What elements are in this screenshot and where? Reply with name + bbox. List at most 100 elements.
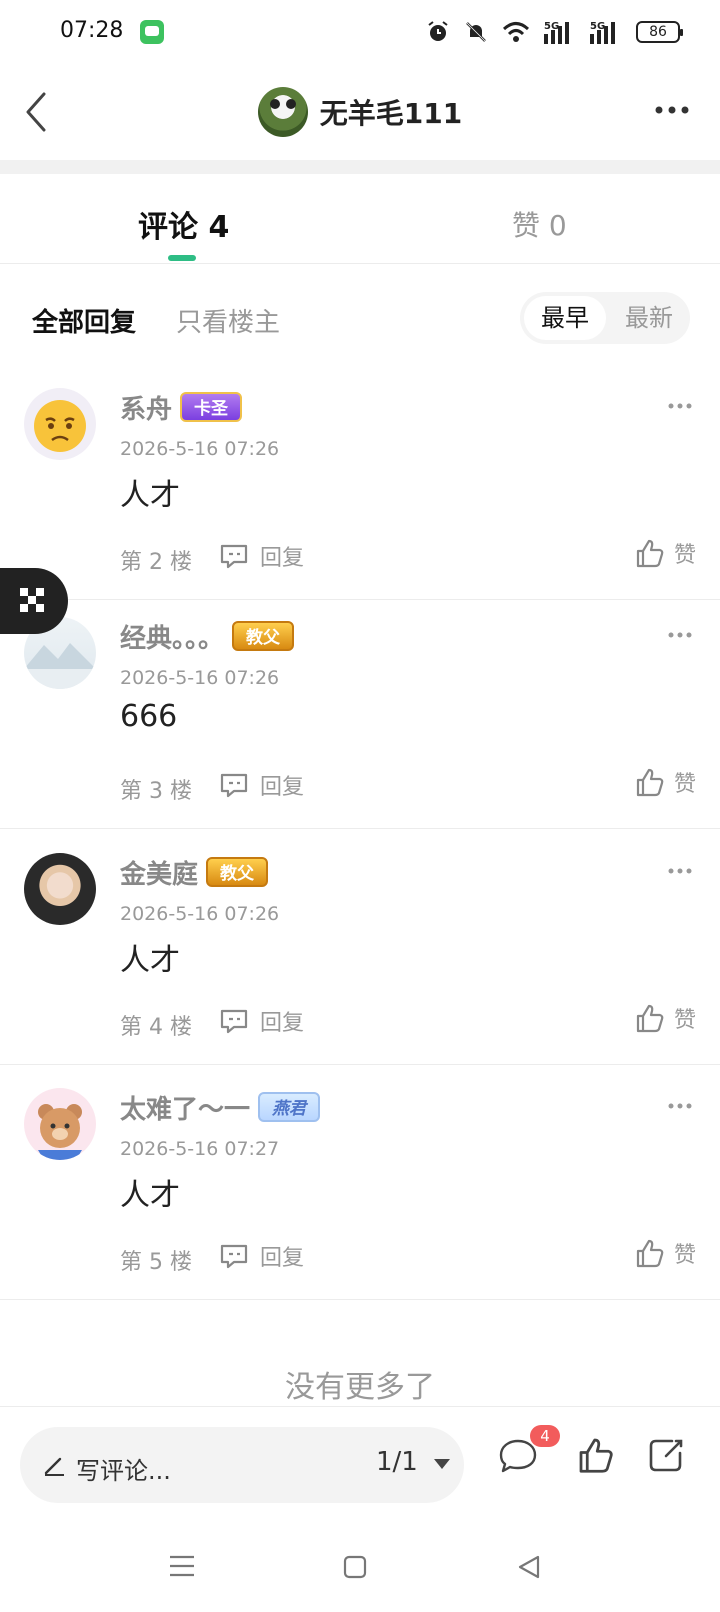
like-label: 赞 (673, 1243, 696, 1268)
share-icon[interactable] (646, 1435, 686, 1475)
mute-bell-icon (466, 22, 486, 42)
sad-face-emoji-icon (34, 400, 86, 452)
comment-text: 人才 (120, 478, 180, 513)
comment-more-icon[interactable] (668, 1102, 692, 1110)
page-indicator[interactable]: 1/1 (376, 1447, 418, 1477)
thumbs-up-icon (636, 768, 664, 797)
like-label: 赞 (673, 1008, 696, 1033)
user-name[interactable]: 系舟 (120, 389, 172, 426)
comment-text: 人才 (120, 1178, 180, 1213)
filter-all-replies[interactable]: 全部回复 (32, 302, 136, 339)
like-label: 赞 (673, 543, 696, 568)
reply-bubble-icon (220, 544, 248, 569)
back-triangle-icon[interactable] (516, 1554, 542, 1580)
floor-number: 第 5 楼 (120, 1250, 192, 1275)
name-row: 经典。。。 教父 (120, 618, 295, 655)
write-comment-placeholder: 写评论... (76, 1457, 171, 1485)
like-button[interactable]: 赞 (634, 1236, 696, 1270)
bear-avatar-icon (38, 1104, 82, 1160)
page-title: 无羊毛111 (319, 97, 463, 130)
reply-button[interactable]: 回复 (218, 1240, 304, 1272)
sort-newest-button[interactable]: 最新 (612, 296, 686, 340)
write-comment-input[interactable]: 写评论... 1/1 (20, 1427, 464, 1503)
comment-time: 2026-5-16 07:26 (120, 667, 280, 689)
top-navbar: 无羊毛111 (0, 64, 720, 160)
user-name[interactable]: 经典。。。 (120, 618, 224, 655)
comment-count-badge: 4 (530, 1425, 560, 1447)
section-divider (0, 160, 720, 174)
menu-icon[interactable] (168, 1554, 196, 1578)
signal-icon-1: 5G (544, 21, 569, 44)
name-row: 系舟 卡圣 (120, 389, 243, 426)
nav-title-group[interactable]: 无羊毛111 (0, 86, 720, 138)
comment-item: 太难了～一 燕君 2026-5-16 07:27 人才 第 5 楼 回复 赞 (0, 1064, 720, 1300)
reply-bubble-icon (220, 1009, 248, 1034)
tab-likes[interactable]: 赞 0 (512, 204, 567, 244)
reply-bubble-icon (220, 773, 248, 798)
reply-label: 回复 (260, 1246, 305, 1271)
filter-op-only[interactable]: 只看楼主 (176, 302, 280, 339)
status-bar: 07:28 5G 5G 86 (0, 0, 720, 64)
author-avatar[interactable] (257, 87, 308, 137)
qr-grid-icon (20, 588, 44, 612)
user-title-badge: 教父 (206, 857, 269, 887)
thumbs-up-icon (636, 539, 664, 568)
name-row: 金美庭 教父 (120, 854, 269, 891)
comment-item: 经典。。。 教父 2026-5-16 07:26 666 第 3 楼 回复 赞 (0, 593, 720, 829)
reply-label: 回复 (260, 546, 305, 571)
comment-item: 系舟 卡圣 2026-5-16 07:26 人才 第 2 楼 回复 赞 (0, 364, 720, 600)
like-button[interactable]: 赞 (634, 1001, 696, 1035)
status-time: 07:28 (60, 18, 124, 43)
floor-number: 第 4 楼 (120, 1015, 192, 1040)
user-avatar[interactable] (24, 388, 96, 460)
like-label: 赞 (673, 772, 696, 797)
battery-indicator: 86 (636, 21, 683, 43)
signal-icon-2: 5G (590, 21, 615, 44)
pencil-icon (44, 1457, 64, 1476)
user-name[interactable]: 金美庭 (120, 854, 198, 891)
like-button[interactable]: 赞 (634, 536, 696, 570)
user-avatar[interactable] (24, 853, 96, 925)
thumbs-up-icon[interactable] (576, 1435, 616, 1475)
home-square-icon[interactable] (342, 1554, 368, 1580)
user-title-badge: 燕君 (258, 1092, 321, 1122)
more-icon[interactable] (654, 100, 690, 120)
reply-bubble-icon (220, 1244, 248, 1269)
reply-button[interactable]: 回复 (218, 769, 304, 801)
reply-label: 回复 (260, 775, 305, 800)
reply-button[interactable]: 回复 (218, 540, 304, 572)
sort-segmented-control: 最早 最新 (520, 292, 690, 344)
chevron-down-icon[interactable] (434, 1459, 450, 1469)
floating-tool-button[interactable] (0, 568, 68, 634)
message-app-icon (140, 20, 164, 44)
wifi-icon (502, 22, 530, 42)
comment-item: 金美庭 教父 2026-5-16 07:26 人才 第 4 楼 回复 赞 (0, 829, 720, 1065)
user-name[interactable]: 太难了～一 (120, 1089, 250, 1126)
comment-time: 2026-5-16 07:26 (120, 903, 280, 925)
comment-more-icon[interactable] (668, 402, 692, 410)
user-title-badge: 教父 (232, 621, 295, 651)
comment-time: 2026-5-16 07:26 (120, 438, 280, 460)
reply-label: 回复 (260, 1011, 305, 1036)
user-avatar[interactable] (24, 1088, 96, 1160)
filter-row: 全部回复 只看楼主 最早 最新 (0, 264, 720, 364)
sort-earliest-button[interactable]: 最早 (524, 296, 606, 340)
comment-more-icon[interactable] (668, 867, 692, 875)
floor-number: 第 3 楼 (120, 779, 192, 804)
no-more-text: 没有更多了 (285, 1370, 435, 1405)
user-title-badge: 卡圣 (180, 392, 243, 422)
comment-more-icon[interactable] (668, 631, 692, 639)
tab-comments[interactable]: 评论 4 (138, 202, 229, 246)
bottom-action-bar: 写评论... 1/1 4 (0, 1406, 720, 1516)
reply-button[interactable]: 回复 (218, 1005, 304, 1037)
comment-text: 人才 (120, 943, 180, 978)
thumbs-up-icon (636, 1239, 664, 1268)
system-navigation-bar (0, 1516, 720, 1612)
thumbs-up-icon (636, 1004, 664, 1033)
like-button[interactable]: 赞 (634, 765, 696, 799)
alarm-icon (428, 21, 448, 41)
name-row: 太难了～一 燕君 (120, 1089, 321, 1126)
comment-time: 2026-5-16 07:27 (120, 1138, 280, 1160)
floor-number: 第 2 楼 (120, 550, 192, 575)
comment-text: 666 (120, 699, 178, 734)
